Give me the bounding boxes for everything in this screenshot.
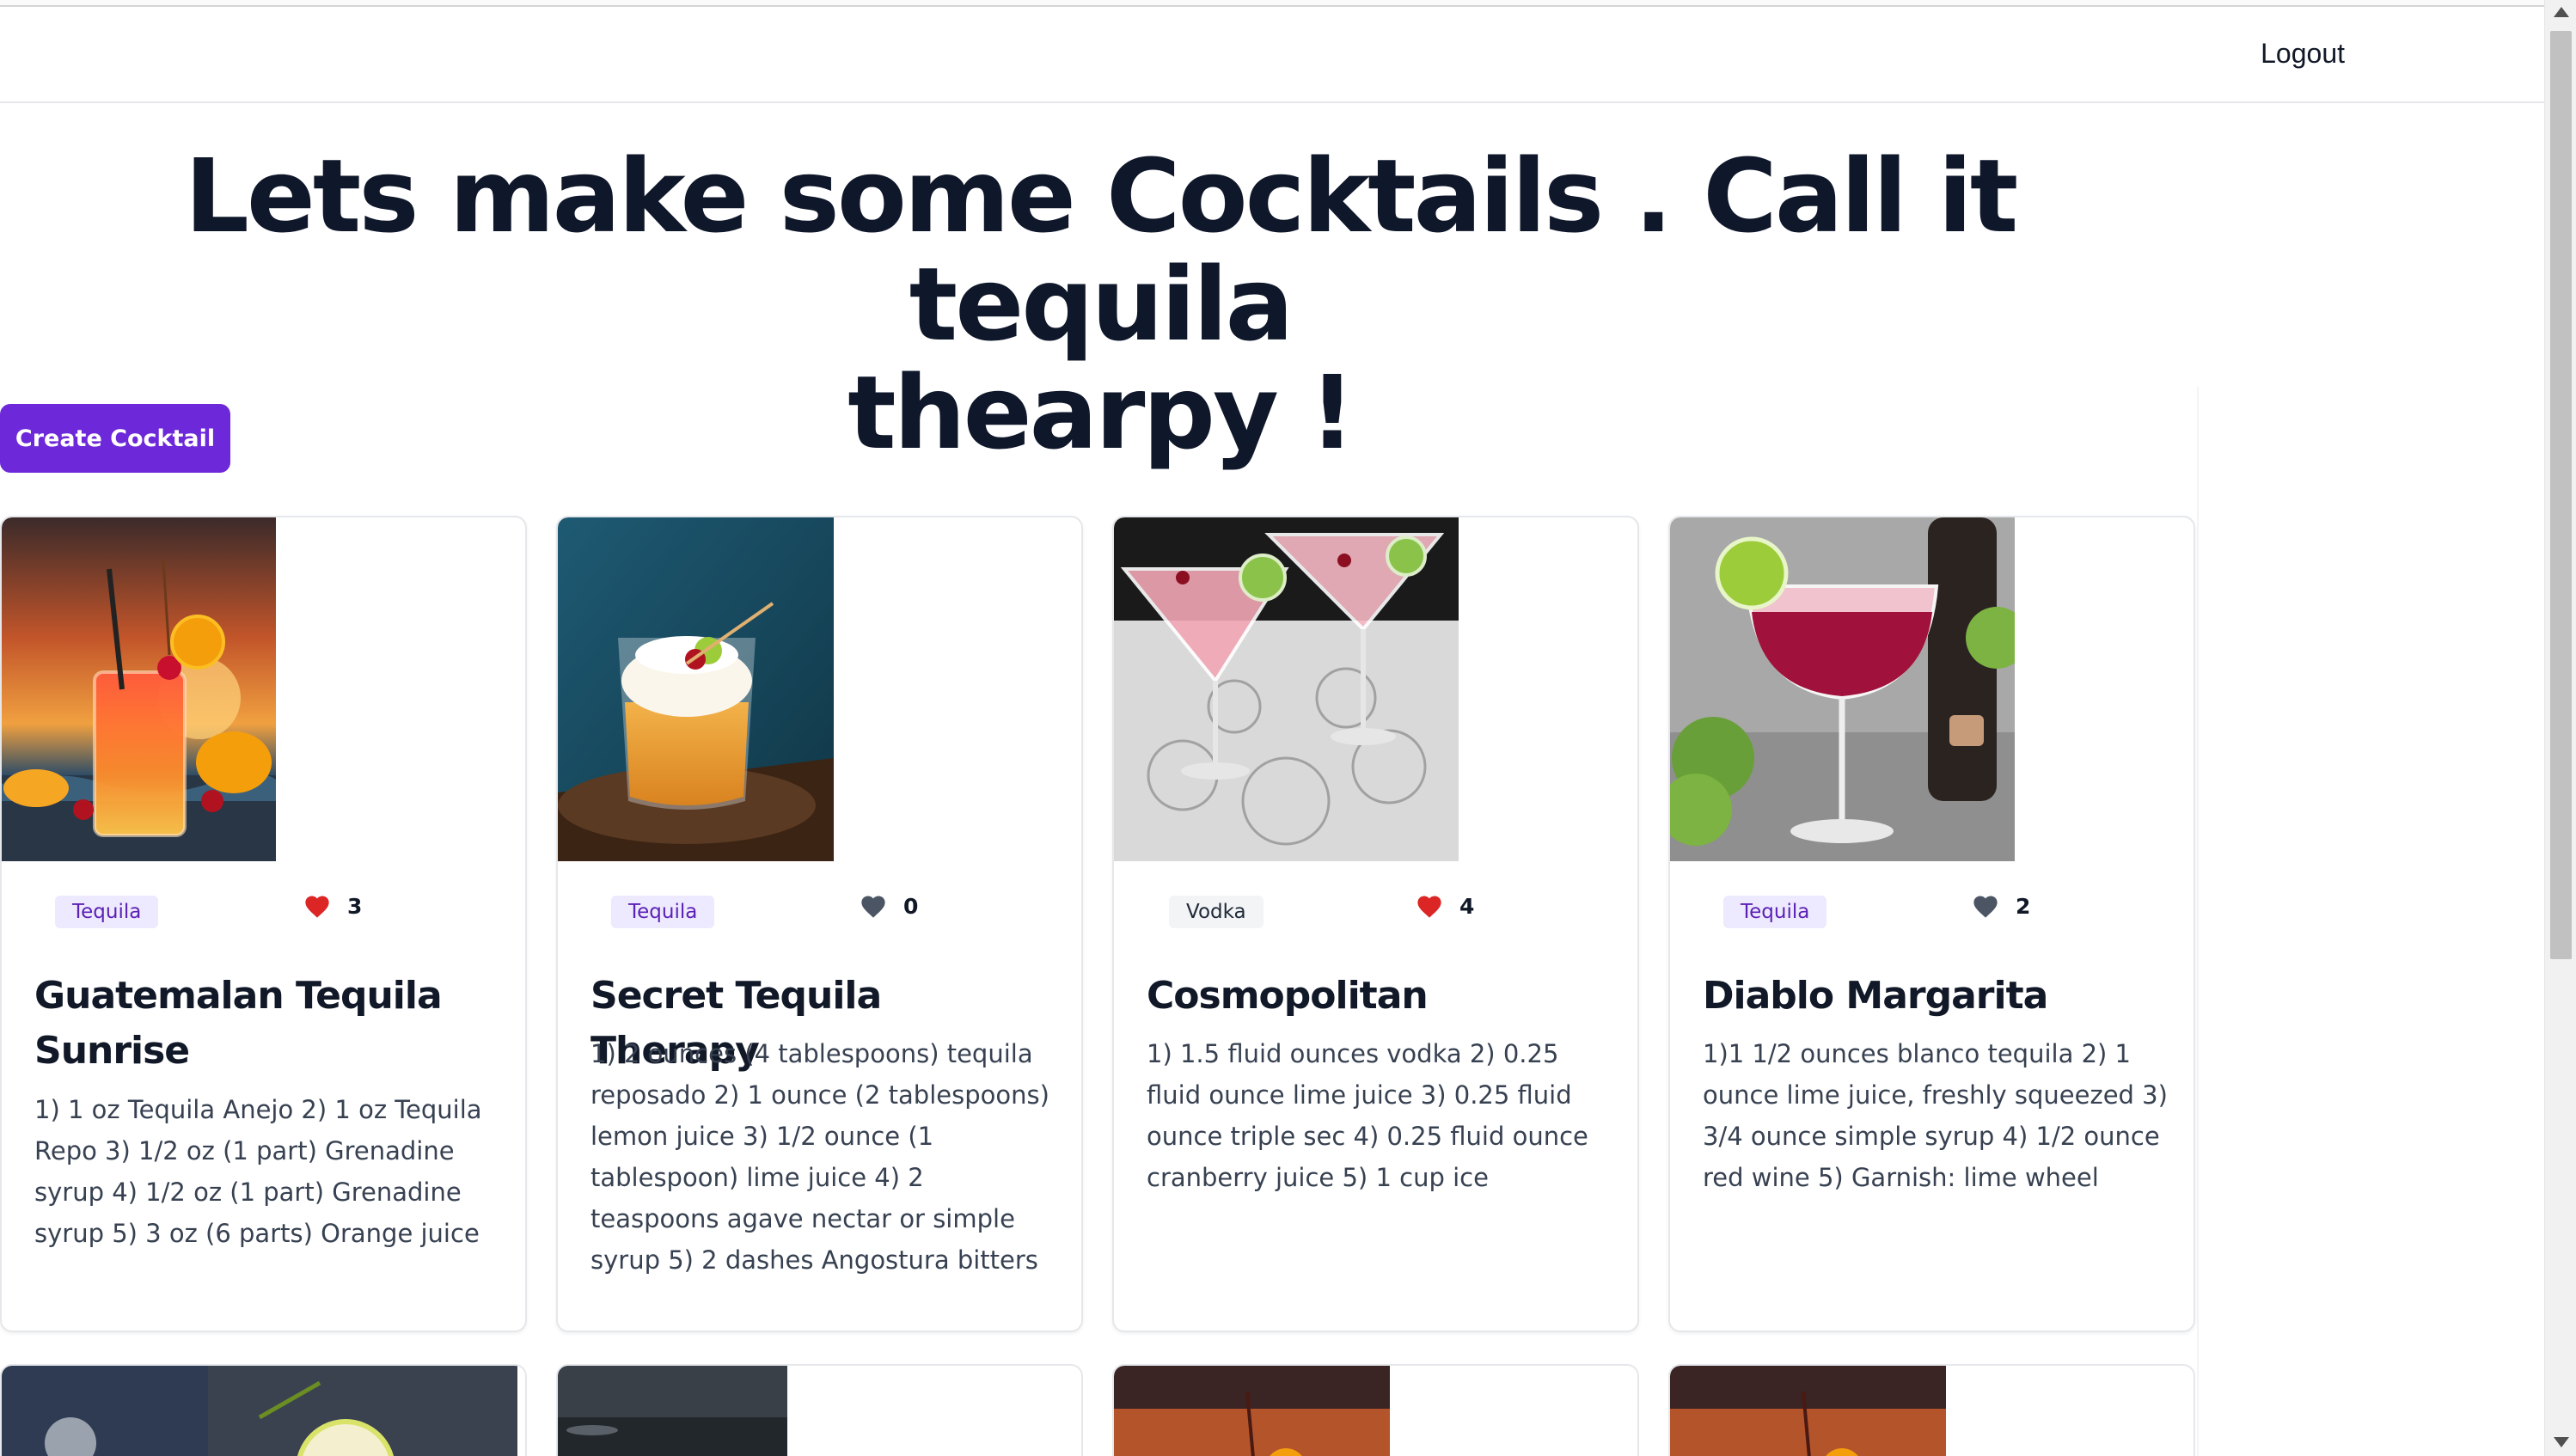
card-meta: Tequila 3 [2, 861, 525, 939]
cocktail-description: 1) 1.5 fluid ounces vodka 2) 0.25 fluid … [1147, 1039, 1588, 1192]
like-button[interactable]: 3 [303, 889, 362, 923]
heart-filled-icon [305, 896, 329, 918]
scroll-up-arrow-icon[interactable] [2554, 7, 2569, 17]
like-count: 0 [903, 893, 919, 919]
content-divider [2197, 387, 2199, 1456]
cocktail-title: Guatemalan Tequila Sunrise [34, 974, 443, 1073]
heart-outline-icon [1973, 896, 1998, 918]
card-meta: Vodka 4 [1114, 861, 1637, 939]
page-title: Lets make some Cocktails . Call it tequi… [69, 142, 2132, 467]
create-cocktail-button[interactable]: Create Cocktail [0, 404, 230, 473]
sunset-cocktail-photo [1114, 1366, 1390, 1456]
dark-cocktail-photo [558, 1366, 787, 1456]
sunset-cocktail-photo [1670, 1366, 1946, 1456]
page-title-line-1: Lets make some Cocktails . Call it tequi… [184, 137, 2019, 364]
scrollbar-thumb[interactable] [2550, 31, 2572, 959]
cocktail-description: 1) 1 oz Tequila Anejo 2) 1 oz Tequila Re… [34, 1095, 482, 1248]
browser-top-edge [0, 0, 2544, 7]
cocktail-card[interactable]: Tequila 3 Guatemalan Tequila Sunrise 1) … [0, 516, 527, 1332]
tequila-sunrise-photo [2, 517, 276, 861]
cocktail-description: 1)1 1/2 ounces blanco tequila 2) 1 ounce… [1703, 1039, 2168, 1192]
category-tag: Vodka [1169, 896, 1264, 928]
card-meta: Tequila 2 [1670, 861, 2194, 939]
like-count: 2 [2016, 893, 2031, 919]
cocktail-card[interactable]: Vodka 4 Cosmopolitan 1) 1.5 fluid ounces… [1112, 516, 1639, 1332]
category-tag: Tequila [55, 896, 159, 928]
cocktail-card[interactable]: Tequila 2 Diablo Margarita 1)1 1/2 ounce… [1668, 516, 2195, 1332]
card-meta: Tequila 0 [558, 861, 1081, 939]
cocktail-title: Diablo Margarita [1703, 974, 2048, 1018]
like-count: 4 [1459, 893, 1475, 919]
cocktail-card[interactable]: Tequila 0 Secret Tequila Therapy 1) 2 ou… [556, 516, 1083, 1332]
like-button[interactable]: 0 [859, 889, 918, 923]
cocktail-card-partial[interactable] [0, 1364, 527, 1456]
navbar: Logout [0, 7, 2544, 103]
cocktail-description: 1) 2 ounces (4 tablespoons) tequila repo… [590, 1039, 1049, 1275]
category-tag: Tequila [1723, 896, 1827, 928]
like-button[interactable]: 4 [1415, 889, 1474, 923]
cocktail-title: Cosmopolitan [1147, 974, 1429, 1018]
scrollbar[interactable] [2544, 0, 2576, 1456]
diablo-margarita-photo [1670, 517, 2015, 861]
cocktail-card-partial[interactable] [1668, 1364, 2195, 1456]
page-title-line-2: thearpy ! [847, 353, 1355, 472]
gin-tonic-photo [2, 1366, 517, 1456]
whiskey-sour-photo [558, 517, 834, 861]
heart-outline-icon [861, 896, 885, 918]
cocktail-card-partial[interactable] [1112, 1364, 1639, 1456]
like-count: 3 [347, 893, 363, 919]
category-tag: Tequila [611, 896, 715, 928]
cocktail-card-partial[interactable] [556, 1364, 1083, 1456]
scroll-down-arrow-icon[interactable] [2554, 1437, 2569, 1447]
like-button[interactable]: 2 [1971, 889, 2030, 923]
cosmopolitan-photo [1114, 517, 1459, 861]
heart-filled-icon [1417, 896, 1441, 918]
logout-link[interactable]: Logout [2261, 38, 2345, 70]
